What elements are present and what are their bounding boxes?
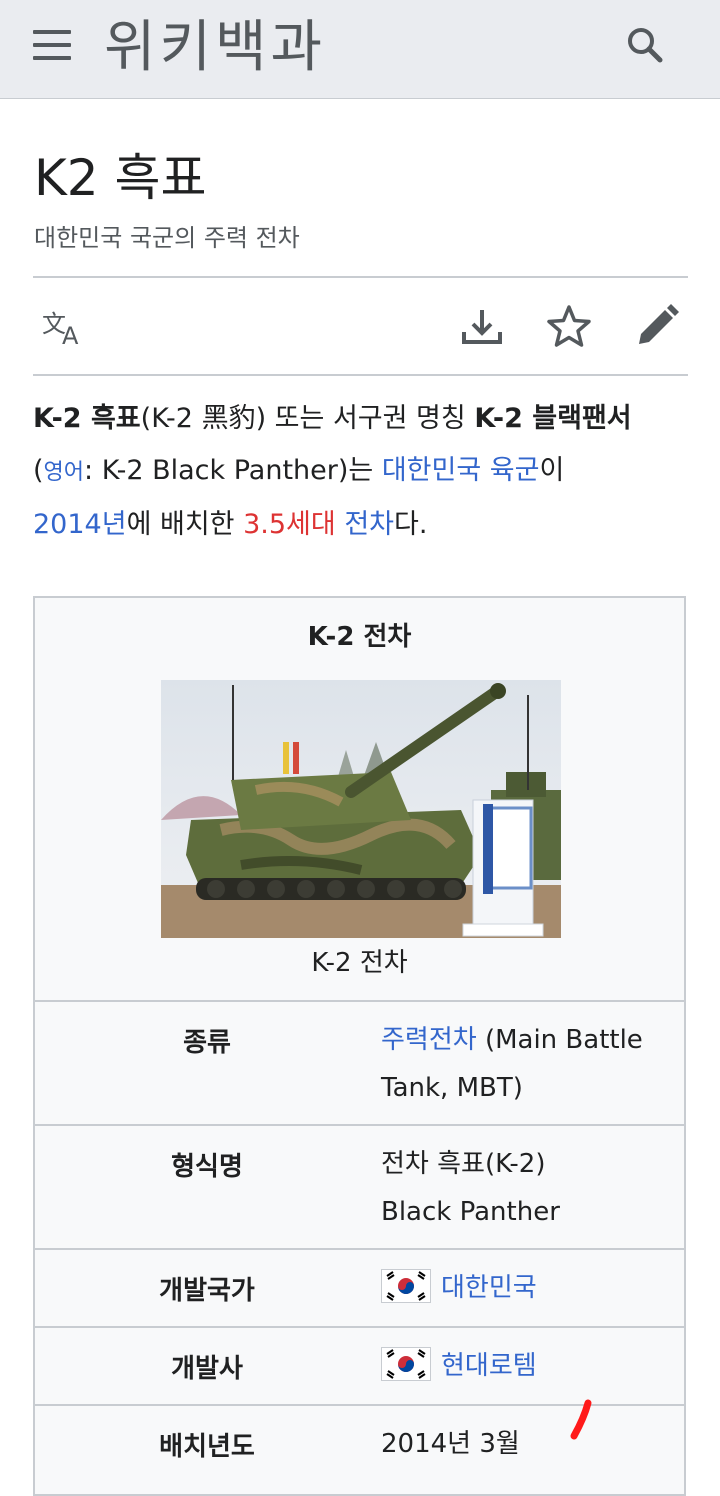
link-2014[interactable]: 2014년 [33,509,127,540]
link-mbt[interactable]: 주력전차 [381,1025,477,1055]
tank-image[interactable] [161,680,561,938]
infobox: K-2 전차 K-2 전차 종류 주력전차 (Main Battle Tank,… [33,596,686,1496]
row-label: 종류 [183,1028,231,1058]
infobox-row: 형식명 전차 흑표(K-2) Black Panther [35,1124,684,1250]
star-icon[interactable] [545,302,593,350]
south-korea-flag-icon [381,1268,431,1303]
text: 에 배치한 [126,509,244,540]
divider [33,276,688,278]
text: 이 [539,455,565,486]
search-icon[interactable] [622,22,668,68]
row-value: 2014년 3월 [381,1429,520,1459]
link-korea-army[interactable]: 대한민국 육군 [382,455,540,486]
page-title: K2 흑표 [34,149,207,207]
row-value: 대한민국 [381,1264,671,1312]
infobox-title: K-2 전차 [307,622,412,652]
row-value: 주력전차 (Main Battle Tank, MBT) [381,1016,671,1112]
divider [33,374,688,376]
text: : K-2 Black Panther)는 [84,455,382,486]
text: ( [33,455,44,486]
text: (K-2 黑豹) 또는 서구권 명칭 [140,403,475,434]
language-icon[interactable]: 文 A [40,302,88,350]
bold-term: K-2 흑표 [33,403,141,434]
wikipedia-wordmark[interactable]: 위키백과 [104,8,326,88]
svg-text:A: A [62,322,79,350]
top-header: 위키백과 [0,0,720,99]
text: 다. [394,509,428,540]
infobox-row: 개발사 현대로템 [35,1326,684,1406]
link-korea[interactable]: 대한민국 [441,1273,537,1303]
intro-paragraph: K-2 흑표(K-2 黑豹) 또는 서구권 명칭 K-2 블랙팬서 (영어: K-… [33,393,693,551]
link-tank[interactable]: 전차 [344,509,394,540]
link-hyundai-rotem[interactable]: 현대로템 [441,1351,537,1381]
row-value: 현대로템 [381,1342,671,1390]
infobox-row: 종류 주력전차 (Main Battle Tank, MBT) [35,1000,684,1126]
red-annotation-mark [566,1398,596,1444]
redlink-generation[interactable]: 3.5세대 [243,509,336,540]
download-icon[interactable] [458,302,506,350]
value-text: Black Panther [381,1197,560,1227]
row-label: 개발사 [171,1354,243,1384]
infobox-row: 개발국가 대한민국 [35,1248,684,1328]
bold-term: K-2 블랙팬서 [474,403,632,434]
page-subtitle: 대한민국 국군의 주력 전차 [34,224,300,252]
value-text: 전차 흑표(K-2) [381,1149,546,1179]
link-english[interactable]: 영어 [44,460,84,485]
edit-icon[interactable] [633,302,681,350]
image-caption: K-2 전차 [311,948,408,978]
row-label: 형식명 [171,1152,243,1182]
row-label: 개발국가 [159,1276,255,1306]
row-label: 배치년도 [159,1432,255,1462]
south-korea-flag-icon [381,1346,431,1381]
menu-icon[interactable] [33,30,71,62]
row-value: 전차 흑표(K-2) Black Panther [381,1140,671,1236]
